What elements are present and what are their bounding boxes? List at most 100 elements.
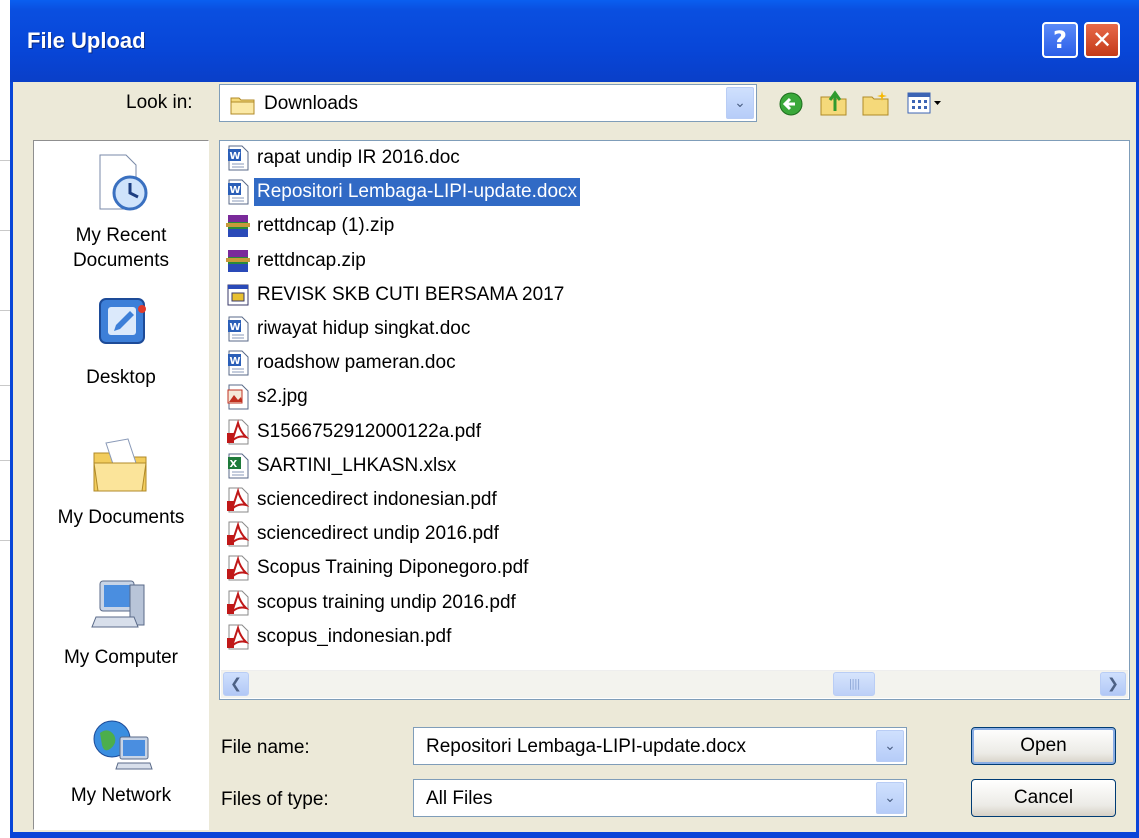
file-row[interactable]: S1566752912000122a.pdf bbox=[226, 417, 484, 447]
zip-file-icon bbox=[226, 248, 250, 274]
pdf-file-icon bbox=[226, 555, 250, 581]
file-row[interactable]: s2.jpg bbox=[226, 382, 311, 412]
file-name: rettdncap.zip bbox=[257, 249, 366, 271]
file-row[interactable]: Wrapat undip IR 2016.doc bbox=[226, 143, 463, 173]
file-name: SARTINI_LHKASN.xlsx bbox=[257, 454, 457, 476]
file-row[interactable]: sciencedirect indonesian.pdf bbox=[226, 485, 500, 515]
place-my-computer[interactable]: My Computer bbox=[34, 571, 208, 670]
file-name: Repositori Lembaga-LIPI-update.docx bbox=[254, 178, 581, 207]
svg-text:W: W bbox=[230, 356, 241, 367]
chevron-down-icon: ⌄ bbox=[884, 738, 896, 754]
place-label: Desktop bbox=[86, 367, 156, 388]
file-upload-dialog: File Upload ? ✕ Look in: Downloads ⌄ My … bbox=[10, 0, 1139, 838]
place-my-network[interactable]: My Network bbox=[34, 709, 208, 808]
file-type-label: Files of type: bbox=[221, 789, 329, 810]
background-divider bbox=[0, 160, 10, 161]
open-button[interactable]: Open bbox=[971, 727, 1116, 765]
background-divider bbox=[0, 230, 10, 231]
word-file-icon: W bbox=[226, 350, 250, 376]
file-row[interactable]: REVISK SKB CUTI BERSAMA 2017 bbox=[226, 280, 567, 310]
close-button[interactable]: ✕ bbox=[1084, 22, 1120, 58]
excel-file-icon: X bbox=[226, 453, 250, 479]
horizontal-scrollbar[interactable]: ❮ |||| ❯ bbox=[221, 670, 1128, 698]
my-documents-icon bbox=[93, 438, 147, 492]
background-divider bbox=[0, 385, 10, 386]
recent-documents-icon bbox=[99, 154, 148, 211]
look-in-combo[interactable]: Downloads ⌄ bbox=[219, 84, 757, 122]
places-bar: My Recent Documents Desktop My Documents… bbox=[33, 140, 209, 830]
pdf-file-icon bbox=[226, 487, 250, 513]
look-in-dropdown-button[interactable]: ⌄ bbox=[726, 87, 754, 119]
file-name: rettdncap (1).zip bbox=[257, 215, 395, 237]
help-button[interactable]: ? bbox=[1042, 22, 1078, 58]
svg-text:W: W bbox=[230, 322, 241, 333]
title-bar[interactable]: File Upload ? ✕ bbox=[10, 0, 1139, 82]
place-label: Documents bbox=[72, 250, 170, 271]
file-type-value: All Files bbox=[426, 788, 493, 809]
view-menu-icon[interactable] bbox=[907, 91, 943, 115]
pdf-file-icon bbox=[226, 419, 250, 445]
file-row[interactable]: rettdncap (1).zip bbox=[226, 211, 397, 241]
close-icon: ✕ bbox=[1091, 26, 1113, 54]
look-in-label: Look in: bbox=[126, 92, 193, 113]
desktop-icon bbox=[99, 298, 146, 344]
place-desktop[interactable]: Desktop bbox=[34, 291, 208, 390]
file-row[interactable]: Wroadshow pameran.doc bbox=[226, 348, 459, 378]
file-name: scopus_indonesian.pdf bbox=[257, 625, 452, 647]
zip-file-icon bbox=[226, 213, 250, 239]
file-row[interactable]: W Repositori Lembaga-LIPI-update.docx bbox=[226, 177, 581, 207]
file-row[interactable]: Wriwayat hidup singkat.doc bbox=[226, 314, 473, 344]
scroll-right-button[interactable]: ❯ bbox=[1100, 672, 1126, 696]
file-name: Scopus Training Diponegoro.pdf bbox=[257, 557, 529, 579]
place-label: My Recent bbox=[75, 225, 167, 246]
file-name: s2.jpg bbox=[257, 386, 308, 408]
place-label: My Network bbox=[70, 785, 172, 806]
up-folder-icon[interactable] bbox=[819, 89, 849, 117]
window-title: File Upload bbox=[27, 28, 146, 53]
file-row[interactable]: sciencedirect undip 2016.pdf bbox=[226, 519, 502, 549]
file-list[interactable]: Wrapat undip IR 2016.doc W Repositori Lemb… bbox=[219, 140, 1130, 700]
file-name: sciencedirect indonesian.pdf bbox=[257, 489, 497, 510]
file-name-input[interactable]: Repositori Lembaga-LIPI-update.docx bbox=[426, 736, 746, 758]
pdf-file-icon bbox=[226, 521, 250, 547]
file-name: riwayat hidup singkat.doc bbox=[257, 318, 471, 339]
word-file-icon: W bbox=[226, 179, 250, 205]
my-computer-icon bbox=[91, 580, 145, 628]
file-name: roadshow pameran.doc bbox=[257, 352, 456, 374]
word-file-icon: W bbox=[226, 145, 250, 171]
look-in-value: Downloads bbox=[264, 93, 358, 114]
file-name: rapat undip IR 2016.doc bbox=[257, 147, 460, 168]
back-icon[interactable] bbox=[778, 91, 804, 117]
file-type-dropdown-button[interactable]: ⌄ bbox=[876, 782, 904, 814]
place-recent-documents[interactable]: My Recent Documents bbox=[34, 149, 208, 273]
file-type-combo[interactable]: All Files ⌄ bbox=[413, 779, 907, 817]
scroll-left-button[interactable]: ❮ bbox=[223, 672, 249, 696]
file-name: sciencedirect undip 2016.pdf bbox=[257, 523, 499, 545]
place-label: My Computer bbox=[63, 647, 179, 668]
background-divider bbox=[0, 460, 10, 461]
app-file-icon bbox=[226, 282, 250, 308]
file-row[interactable]: scopus training undip 2016.pdf bbox=[226, 588, 519, 618]
file-row[interactable]: X SARTINI_LHKASN.xlsx bbox=[226, 451, 459, 481]
word-file-icon: W bbox=[226, 316, 250, 342]
help-icon: ? bbox=[1053, 26, 1067, 54]
cancel-button[interactable]: Cancel bbox=[971, 779, 1116, 817]
file-row[interactable]: Scopus Training Diponegoro.pdf bbox=[226, 553, 531, 583]
image-file-icon bbox=[226, 384, 250, 410]
file-row[interactable]: scopus_indonesian.pdf bbox=[226, 622, 454, 652]
pdf-file-icon bbox=[226, 590, 250, 616]
file-name: scopus training undip 2016.pdf bbox=[257, 591, 516, 613]
file-row[interactable]: rettdncap.zip bbox=[226, 246, 369, 276]
chevron-left-icon: ❮ bbox=[230, 676, 242, 692]
pdf-file-icon bbox=[226, 624, 250, 650]
file-name-label: File name: bbox=[221, 737, 310, 758]
svg-text:X: X bbox=[230, 459, 238, 470]
svg-text:W: W bbox=[230, 185, 241, 196]
place-my-documents[interactable]: My Documents bbox=[34, 431, 208, 530]
scroll-thumb[interactable]: |||| bbox=[833, 672, 875, 696]
file-name-combo[interactable]: Repositori Lembaga-LIPI-update.docx ⌄ bbox=[413, 727, 907, 765]
dialog-body: Look in: Downloads ⌄ My Recent Documents… bbox=[10, 82, 1136, 832]
background-divider bbox=[0, 540, 10, 541]
new-folder-icon[interactable] bbox=[861, 89, 891, 117]
file-name-dropdown-button[interactable]: ⌄ bbox=[876, 730, 904, 762]
